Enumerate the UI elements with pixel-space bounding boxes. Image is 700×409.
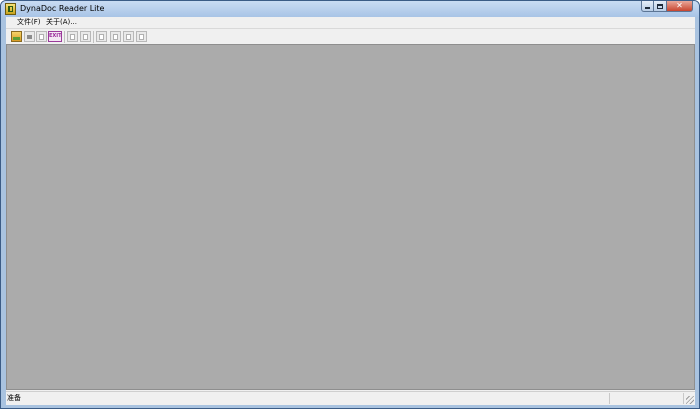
- status-bar: 准备: [6, 391, 695, 405]
- status-pane-divider: [609, 393, 610, 404]
- client-area: 文件(F) 关于(A)... EXIT 准备: [6, 17, 695, 405]
- window-title: DynaDoc Reader Lite: [20, 4, 105, 13]
- page-last-icon[interactable]: [136, 31, 147, 42]
- minimize-icon: [645, 7, 650, 9]
- open-folder-icon[interactable]: [11, 31, 22, 42]
- menu-file[interactable]: 文件(F): [17, 18, 41, 27]
- app-logo-icon[interactable]: [5, 3, 16, 15]
- minimize-button[interactable]: [641, 1, 654, 12]
- close-button[interactable]: ✕: [667, 1, 693, 12]
- page-split-icon[interactable]: [67, 31, 78, 42]
- toolbar-separator: [93, 31, 94, 43]
- exit-icon[interactable]: EXIT: [48, 31, 62, 42]
- status-text: 准备: [7, 394, 21, 402]
- maximize-icon: [657, 3, 663, 9]
- resize-grip[interactable]: [686, 396, 694, 404]
- title-bar[interactable]: DynaDoc Reader Lite ✕: [1, 1, 699, 17]
- print-icon[interactable]: [24, 31, 35, 42]
- menu-about[interactable]: 关于(A)...: [46, 18, 77, 27]
- document-workspace[interactable]: [6, 44, 695, 390]
- app-window: DynaDoc Reader Lite ✕ 文件(F) 关于(A)... EXI…: [0, 0, 700, 409]
- menu-bar: 文件(F) 关于(A)...: [6, 17, 695, 28]
- status-pane-divider: [683, 393, 684, 404]
- window-controls: ✕: [641, 1, 693, 12]
- toolbar: EXIT: [6, 28, 695, 44]
- page-icon[interactable]: [80, 31, 91, 42]
- blank-page-icon[interactable]: [36, 31, 47, 42]
- toolbar-separator: [64, 31, 65, 43]
- page-prev-icon[interactable]: [110, 31, 121, 42]
- close-icon: ✕: [676, 1, 683, 10]
- page-first-icon[interactable]: [96, 31, 107, 42]
- maximize-button[interactable]: [654, 1, 667, 12]
- page-next-icon[interactable]: [123, 31, 134, 42]
